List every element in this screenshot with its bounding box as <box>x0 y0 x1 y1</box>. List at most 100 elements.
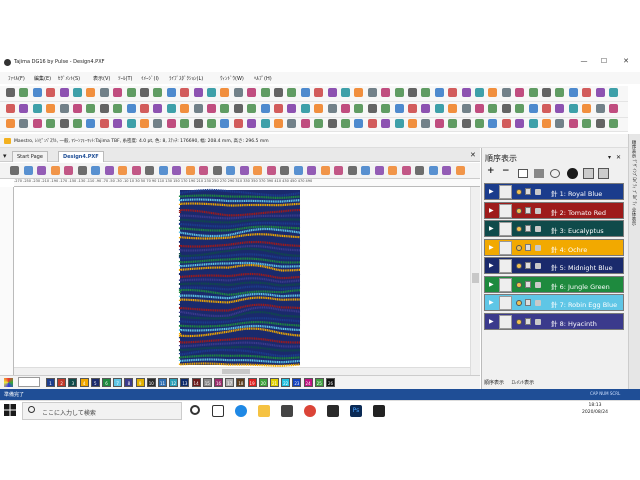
toolbar-tool-icon[interactable] <box>461 104 471 113</box>
document-tool-icon[interactable] <box>91 166 100 175</box>
palette-swatch[interactable]: 6 <box>102 378 111 387</box>
toolbar-tool-icon[interactable] <box>528 104 538 113</box>
toolbar-tool-icon[interactable] <box>488 119 498 128</box>
expand-arrow-icon[interactable]: ▶ <box>489 225 494 232</box>
toolbar-tool-icon[interactable] <box>448 119 458 128</box>
toolbar-tool-icon[interactable] <box>367 104 377 113</box>
toolbar-tool-icon[interactable] <box>59 88 69 97</box>
pulse-app-icon[interactable] <box>373 405 385 417</box>
toolbar-tool-icon[interactable] <box>73 119 82 128</box>
document-tool-icon[interactable] <box>77 166 87 175</box>
toolbar-tool-icon[interactable] <box>341 88 350 97</box>
toolbar-tool-icon[interactable] <box>609 119 618 128</box>
document-tool-icon[interactable] <box>266 166 276 175</box>
lock-toggle-icon[interactable] <box>525 299 531 306</box>
tab-start-page[interactable]: Start Page <box>12 151 48 162</box>
toolbar-tool-icon[interactable] <box>274 119 283 128</box>
toolbar-tool-icon[interactable] <box>501 88 511 97</box>
toolbar-tool-icon[interactable] <box>381 88 391 97</box>
toolbar-tool-icon[interactable] <box>421 104 431 113</box>
toolbar-tool-icon[interactable] <box>461 119 471 128</box>
toolbar-tool-icon[interactable] <box>86 88 96 97</box>
document-tool-icon[interactable] <box>64 166 73 175</box>
toolbar-tool-icon[interactable] <box>274 104 283 113</box>
document-tool-icon[interactable] <box>131 166 141 175</box>
toolbar-tool-icon[interactable] <box>180 88 190 97</box>
toolbar-tool-icon[interactable] <box>354 119 364 128</box>
toolbar-tool-icon[interactable] <box>113 119 123 128</box>
sequence-row[interactable]: ▶ 針 5: Midnight Blue <box>484 257 624 274</box>
photoshop-icon[interactable]: Ps <box>350 405 362 417</box>
toolbar-tool-icon[interactable] <box>260 88 270 97</box>
cycle-icon[interactable] <box>598 168 609 179</box>
document-tool-icon[interactable] <box>104 166 114 175</box>
visibility-icon[interactable] <box>516 318 522 325</box>
toolbar-tool-icon[interactable] <box>381 104 391 113</box>
sequence-row[interactable]: ▶ 針 6: Jungle Green <box>484 275 624 293</box>
expand-arrow-icon[interactable]: ▶ <box>489 262 494 269</box>
toolbar-tool-icon[interactable] <box>153 88 163 97</box>
toolbar-tool-icon[interactable] <box>341 119 350 128</box>
toolbar-tool-icon[interactable] <box>260 104 270 113</box>
document-tool-icon[interactable] <box>212 166 222 175</box>
view-icon[interactable] <box>550 169 560 178</box>
menu-window[interactable]: ｳｨﾝﾄﾞｳ(W) <box>220 75 244 82</box>
document-tool-icon[interactable] <box>374 166 384 175</box>
toolbar-tool-icon[interactable] <box>367 119 377 128</box>
palette-swatch[interactable]: 1 <box>46 378 55 387</box>
expand-arrow-icon[interactable]: ▶ <box>489 207 494 214</box>
document-tool-icon[interactable] <box>401 166 411 175</box>
remove-icon[interactable]: − <box>502 166 510 176</box>
toolbar-tool-icon[interactable] <box>166 104 176 113</box>
palette-selector[interactable] <box>18 377 40 387</box>
toolbar-tool-icon[interactable] <box>448 88 458 97</box>
toolbar-tool-icon[interactable] <box>59 119 69 128</box>
sequence-row[interactable]: ▶ 針 1: Royal Blue <box>484 183 624 200</box>
document-tool-icon[interactable] <box>226 166 235 175</box>
toolbar-tool-icon[interactable] <box>6 88 15 97</box>
toolbar-tool-icon[interactable] <box>582 104 592 113</box>
toolbar-tool-icon[interactable] <box>501 119 511 128</box>
toolbar-tool-icon[interactable] <box>515 104 525 113</box>
sequence-row[interactable]: ▶ 針 2: Tomato Red <box>484 201 624 219</box>
palette-swatch[interactable]: 4 <box>79 378 89 387</box>
toolbar-tool-icon[interactable] <box>6 104 15 113</box>
palette-swatch[interactable]: 2 <box>57 378 67 387</box>
toolbar-tool-icon[interactable] <box>488 104 498 113</box>
document-tool-icon[interactable] <box>320 166 330 175</box>
toolbar-tool-icon[interactable] <box>126 88 136 97</box>
toolbar-tool-icon[interactable] <box>86 104 96 113</box>
toolbar-tool-icon[interactable] <box>555 88 565 97</box>
chrome-icon[interactable] <box>304 405 316 417</box>
toolbar-tool-icon[interactable] <box>46 119 56 128</box>
visibility-icon[interactable] <box>516 281 522 288</box>
palette-swatch[interactable]: 19 <box>247 378 257 387</box>
toolbar-tool-icon[interactable] <box>153 104 163 113</box>
palette-swatch[interactable]: 9 <box>135 378 145 387</box>
document-tool-icon[interactable] <box>50 166 60 175</box>
windows-start-icon[interactable] <box>4 404 16 416</box>
document-tool-icon[interactable] <box>415 166 424 175</box>
palette-swatch[interactable]: 22 <box>281 378 291 387</box>
toolbar-tool-icon[interactable] <box>126 119 136 128</box>
visibility-icon[interactable] <box>516 300 522 306</box>
toolbar-tool-icon[interactable] <box>19 104 29 113</box>
document-tool-icon[interactable] <box>388 166 397 175</box>
new-sequence-icon[interactable] <box>518 169 528 178</box>
panel-pin-icon[interactable]: ▾ <box>608 154 611 161</box>
toolbar-tool-icon[interactable] <box>582 88 592 97</box>
toolbar-tool-icon[interactable] <box>381 119 391 128</box>
palette-swatch[interactable]: 10 <box>146 378 156 387</box>
toolbar-tool-icon[interactable] <box>32 88 42 97</box>
palette-swatch[interactable]: 14 <box>191 378 201 387</box>
toolbar-tool-icon[interactable] <box>595 119 605 128</box>
toolbar-tool-icon[interactable] <box>32 119 42 128</box>
toolbar-tool-icon[interactable] <box>434 88 444 97</box>
toolbar-tool-icon[interactable] <box>166 119 176 128</box>
toolbar-tool-icon[interactable] <box>461 88 471 97</box>
toolbar-tool-icon[interactable] <box>6 119 15 128</box>
toolbar-tool-icon[interactable] <box>19 88 29 97</box>
toolbar-tool-icon[interactable] <box>73 88 82 97</box>
document-tool-icon[interactable] <box>185 166 195 175</box>
tab-close-icon[interactable]: ✕ <box>470 151 476 159</box>
